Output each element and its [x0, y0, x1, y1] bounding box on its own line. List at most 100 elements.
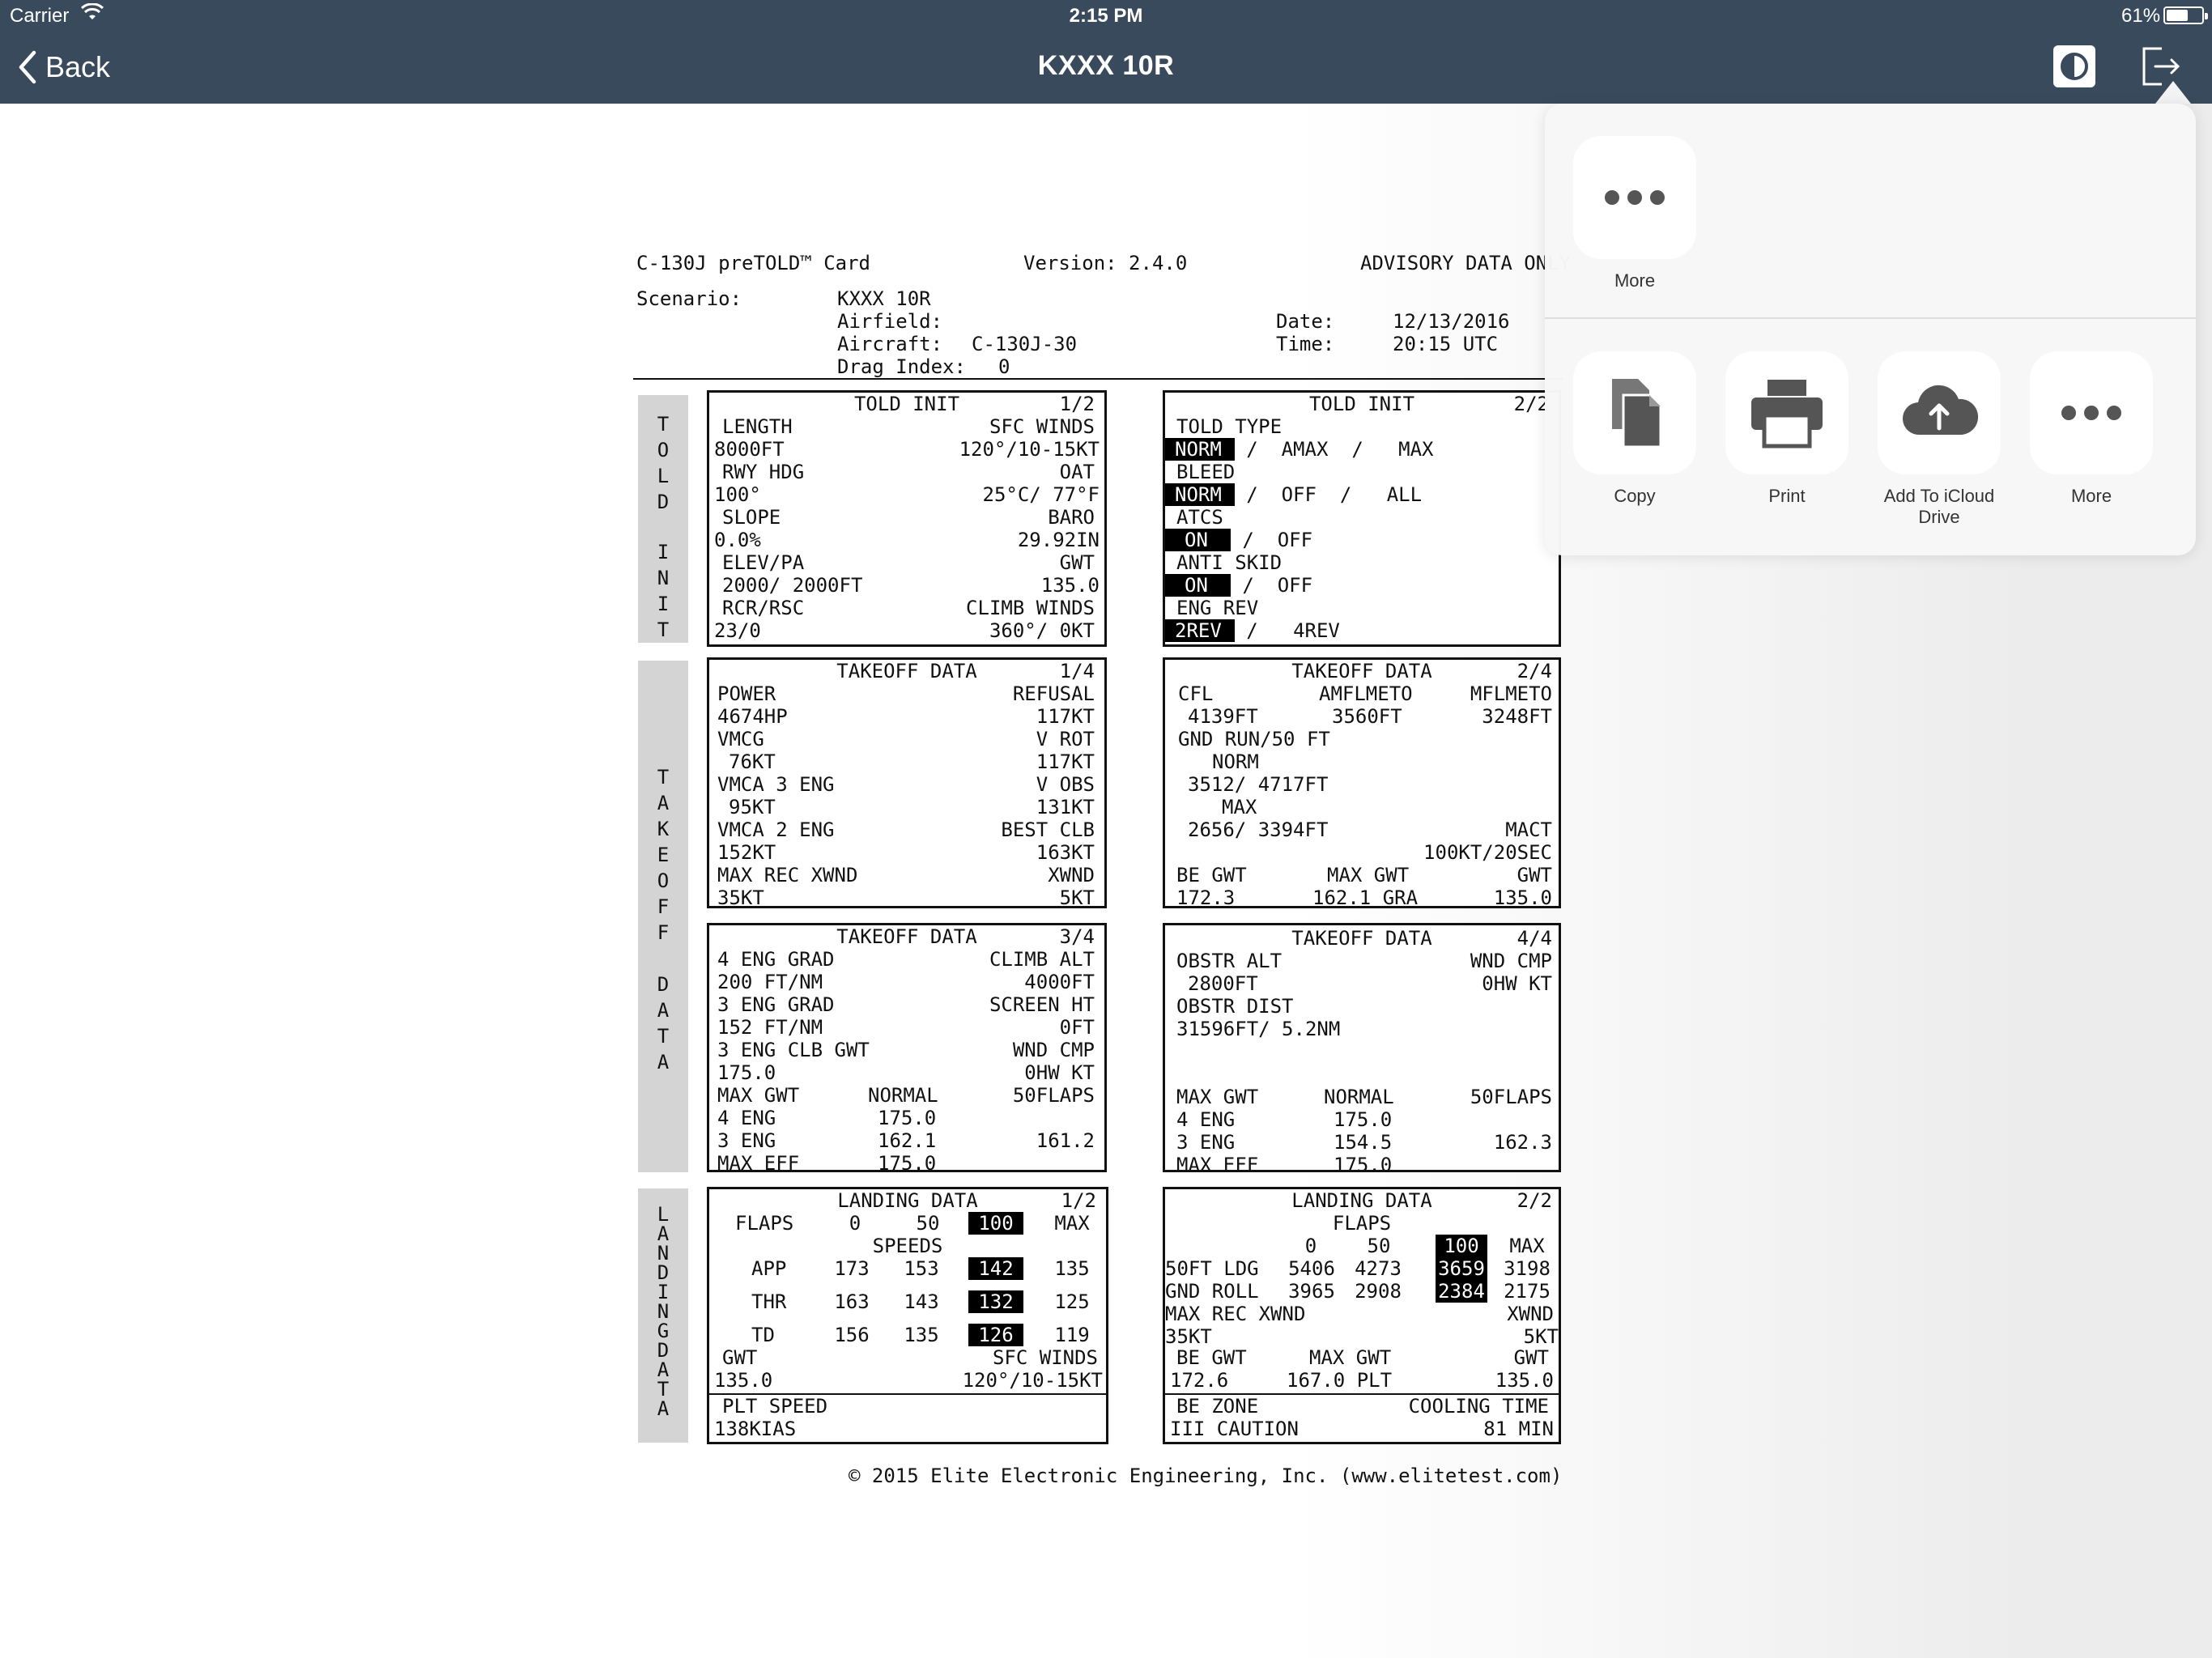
told-init-panel-1: TOLD INIT 1/2 LENGTH SFC WINDS 8000FT 12… [707, 390, 1107, 647]
told-type-amax[interactable]: AMAX [1282, 438, 1329, 461]
told-init-tab-letter: N [657, 567, 670, 589]
vobs-label: V OBS [1036, 773, 1095, 796]
takeoff-data-side-tab: TAKEOFFDATA [638, 661, 688, 1172]
elev-label: ELEV/PA [722, 551, 805, 574]
plt-speed-label: PLT SPEED [722, 1395, 828, 1418]
obstr-alt-label: OBSTR ALT [1176, 950, 1283, 972]
flaps50-label: 50FLAPS [1470, 1086, 1552, 1108]
gwt-label: GWT [1516, 864, 1552, 886]
rcr-value: 23/0 [714, 619, 761, 642]
gnd-roll-label: GND ROLL [1165, 1280, 1259, 1303]
flaps-50: 50 [916, 1212, 940, 1235]
flaps-100-selected: 100 [1436, 1235, 1487, 1257]
be-zone-label: BE ZONE [1176, 1395, 1259, 1418]
contrast-toggle-icon[interactable] [2052, 44, 2097, 89]
normal-label: NORMAL [1324, 1086, 1394, 1108]
max-label: MAX [1222, 796, 1257, 818]
takeoff-panel-1: TAKEOFF DATA 1/4 POWER REFUSAL 4674HP 11… [707, 657, 1107, 909]
battery-percentage: 61% [2121, 5, 2161, 27]
row-label: 4 ENG [717, 1107, 776, 1129]
takeoff-panel-2: TAKEOFF DATA 2/4 CFL AMFLMETO MFLMETO 41… [1163, 657, 1561, 909]
obstr-dist-value: 31596FT/ 5.2NM [1176, 1018, 1341, 1040]
max-gwt-label: MAX GWT [717, 1084, 800, 1107]
obstr-dist-label: OBSTR DIST [1176, 995, 1294, 1018]
landing-tab-letter: D [657, 1339, 670, 1362]
anti-skid-off[interactable]: OFF [1278, 574, 1312, 597]
anti-skid-on-selected[interactable]: ON [1165, 574, 1231, 597]
takeoff-tab-letter: E [657, 844, 670, 866]
eng3-clb-gwt-label: 3 ENG CLB GWT [717, 1039, 870, 1061]
xwnd-value: 5KT [1523, 1325, 1559, 1348]
popover-arrow [2155, 81, 2191, 104]
atcs-on-selected[interactable]: ON [1165, 529, 1231, 551]
flaps-label: FLAPS [1332, 1212, 1392, 1235]
panel-page: 1/2 [1059, 393, 1095, 415]
share-print[interactable]: Print [1718, 351, 1856, 507]
elev-value: 2000/ 2000FT [722, 574, 863, 597]
row-normal: 154.5 [1334, 1131, 1393, 1154]
icloud-upload-icon [1878, 351, 2001, 474]
bleed-off[interactable]: OFF [1282, 483, 1317, 506]
vrot-value: 117KT [1036, 750, 1095, 773]
atcs-label: ATCS [1176, 506, 1223, 529]
bleed-all[interactable]: ALL [1387, 483, 1422, 506]
row-label: MAX EFF [1176, 1154, 1259, 1176]
date-value: 12/13/2016 [1393, 310, 1510, 333]
vrot-label: V ROT [1036, 728, 1095, 750]
atcs-off[interactable]: OFF [1278, 529, 1312, 551]
flaps-max: MAX [1054, 1212, 1090, 1235]
airfield-label: Airfield: [837, 310, 943, 333]
mact-value: 100KT/20SEC [1423, 841, 1552, 864]
share-copy[interactable]: Copy [1566, 351, 1704, 507]
cooling-time-label: COOLING TIME [1408, 1395, 1549, 1418]
app-flaps-0: 173 [834, 1257, 870, 1280]
landing-panel-1: LANDING DATA 1/2 FLAPS 0 50 100 MAX SPEE… [707, 1187, 1108, 1444]
gnd-roll-flaps-100-selected: 2384 [1436, 1280, 1487, 1303]
time-value: 20:15 UTC [1393, 333, 1499, 355]
share-more[interactable]: More [2023, 351, 2160, 507]
gwt-value: 135.0 [1493, 886, 1552, 909]
bleed-norm-selected[interactable]: NORM [1165, 483, 1235, 506]
panel-title: TOLD INIT [1308, 393, 1415, 415]
thr-label: THR [751, 1290, 787, 1313]
cfl-value: 4139FT [1188, 705, 1258, 728]
share-label: Print [1768, 486, 1806, 506]
share-add-to-icloud[interactable]: Add To iCloud Drive [1870, 351, 2008, 528]
power-label: POWER [717, 682, 776, 705]
landing-tab-letter: D [657, 1261, 670, 1284]
eng-rev-4rev[interactable]: 4REV [1293, 619, 1340, 642]
takeoff-tab-letter: T [657, 1025, 670, 1048]
max-gwt-value: 167.0 PLT [1287, 1369, 1393, 1392]
takeoff-tab-letter: F [657, 895, 670, 918]
scenario-value: KXXX 10R [837, 287, 931, 310]
panel-title: TOLD INIT [853, 393, 960, 415]
rwy-hdg-label: RWY HDG [722, 461, 805, 483]
takeoff-tab-letter: T [657, 766, 670, 789]
landing-tab-letter: A [657, 1222, 670, 1245]
bleed-label: BLEED [1176, 461, 1236, 483]
panel-page: 4/4 [1516, 927, 1552, 950]
told-init-tab-letter: I [657, 541, 670, 563]
page-title: KXXX 10R [1037, 50, 1175, 81]
row-flaps50: 162.3 [1493, 1131, 1552, 1154]
told-type-norm-selected[interactable]: NORM [1165, 438, 1235, 461]
share-more-top[interactable]: More [1566, 136, 1704, 291]
vmca2-label: VMCA 2 ENG [717, 818, 835, 841]
told-init-tab-letter: T [657, 413, 670, 436]
plt-speed-value: 138KIAS [714, 1418, 797, 1440]
navigation-bar: Back KXXX 10R [0, 32, 2212, 104]
told-type-label: TOLD TYPE [1176, 415, 1283, 438]
refusal-label: REFUSAL [1012, 682, 1095, 705]
scenario-label: Scenario: [636, 287, 742, 310]
max-value: 2656/ 3394FT [1188, 818, 1329, 841]
cfl-label: CFL [1178, 682, 1214, 705]
best-clb-label: BEST CLB [1001, 818, 1095, 841]
told-type-options: NORM / AMAX / MAX [1165, 438, 1433, 461]
rwy-hdg-value: 100° [714, 483, 761, 506]
50ft-ldg-flaps-max: 3198 [1504, 1257, 1551, 1280]
told-init-tab-letter: D [657, 491, 670, 513]
drag-index-value: 0 [998, 355, 1010, 378]
amflmeto-value: 3560FT [1332, 705, 1402, 728]
told-type-max[interactable]: MAX [1398, 438, 1433, 461]
eng-rev-2rev-selected[interactable]: 2REV [1165, 619, 1235, 642]
